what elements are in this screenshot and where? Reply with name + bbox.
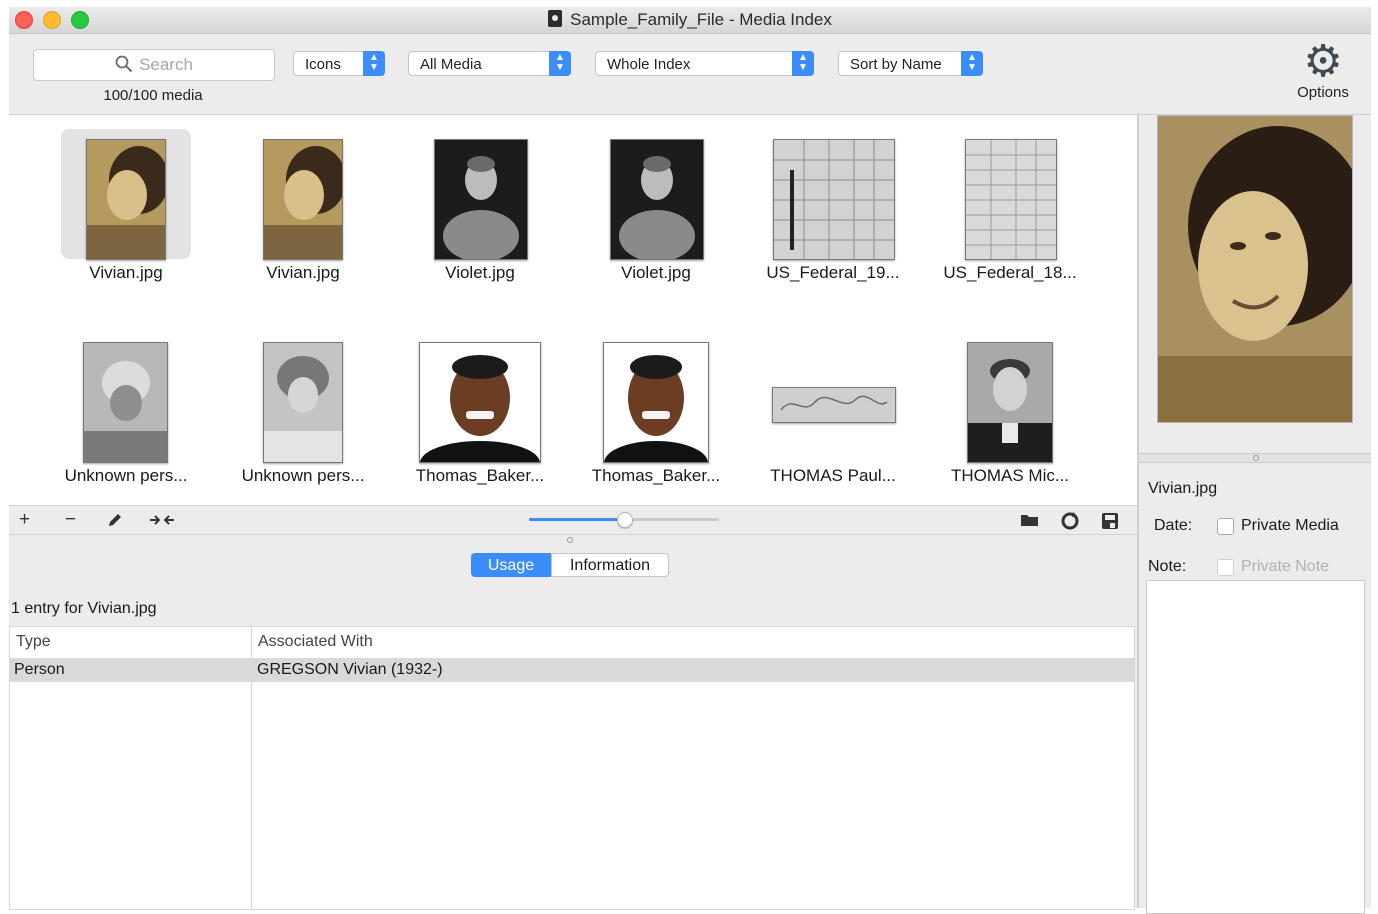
- media-item[interactable]: Violet.jpg: [571, 129, 741, 283]
- options-button[interactable]: ⚙ Options: [1291, 37, 1355, 102]
- usage-panel: 1 entry for Vivian.jpg Type Associated W…: [9, 579, 1137, 910]
- media-item[interactable]: Unknown pers...: [218, 332, 388, 486]
- horizontal-splitter[interactable]: [9, 535, 1137, 545]
- entry-count-label: 1 entry for Vivian.jpg: [11, 600, 157, 617]
- sort-value: Sort by Name: [850, 56, 942, 73]
- document-icon: [548, 10, 563, 27]
- tab-bar: Usage Information: [9, 545, 1137, 579]
- thumbnail-image: [603, 342, 709, 463]
- grid-action-bar: + −: [9, 505, 1137, 535]
- media-item-label: Unknown pers...: [64, 466, 188, 485]
- thumbnail-image: [967, 342, 1053, 463]
- media-item-label: US_Federal_18...: [943, 263, 1077, 282]
- media-item-label: Vivian.jpg: [266, 263, 340, 282]
- details-splitter[interactable]: [1139, 453, 1371, 463]
- usage-table: Type Associated With Person GREGSON Vivi…: [9, 626, 1135, 910]
- popup-stepper-icon: ▲ ▼: [549, 51, 571, 76]
- popup-stepper-icon: ▲ ▼: [792, 51, 814, 76]
- popup-stepper-icon: ▲ ▼: [363, 51, 385, 76]
- thumbnail-image: [610, 139, 704, 260]
- private-note-checkbox[interactable]: [1217, 559, 1234, 576]
- window-title-area: Sample_Family_File - Media Index: [9, 10, 1371, 30]
- thumbnail-image: [434, 139, 528, 260]
- media-item-label: Unknown pers...: [241, 466, 365, 485]
- pencil-icon[interactable]: [107, 512, 123, 528]
- preview-image: [1157, 115, 1353, 423]
- media-item-label: Vivian.jpg: [89, 263, 163, 282]
- note-text-area[interactable]: [1146, 580, 1365, 914]
- search-icon: [115, 55, 133, 73]
- media-item[interactable]: Unknown pers...: [41, 332, 211, 486]
- add-media-button[interactable]: +: [19, 509, 30, 531]
- private-media-checkbox[interactable]: [1217, 518, 1234, 535]
- media-filter-popup[interactable]: All Media ▲ ▼: [408, 51, 571, 76]
- media-grid: Vivian.jpg Vivian.jpg Violet.jpg Violet.…: [9, 115, 1137, 505]
- media-item-label: US_Federal_19...: [766, 263, 900, 282]
- thumbnail-image: [419, 342, 541, 463]
- window-title: Sample_Family_File - Media Index: [570, 10, 832, 29]
- details-filename: Vivian.jpg: [1148, 480, 1218, 497]
- toolbar: Search 100/100 media Icons ▲ ▼ All Media …: [9, 34, 1371, 115]
- tab-information[interactable]: Information: [551, 553, 669, 577]
- splitter-handle-icon: [567, 537, 573, 543]
- slider-knob[interactable]: [617, 512, 633, 528]
- media-filter-value: All Media: [420, 56, 482, 73]
- media-count-label: 100/100 media: [103, 87, 203, 104]
- scope-popup[interactable]: Whole Index ▲ ▼: [595, 51, 814, 76]
- media-item[interactable]: Violet.jpg: [395, 129, 565, 283]
- media-item-label: Violet.jpg: [445, 263, 515, 282]
- thumbnail-image: [263, 342, 343, 463]
- slider-fill: [529, 518, 624, 521]
- popup-stepper-icon: ▲ ▼: [961, 51, 983, 76]
- thumbnail-image: [965, 139, 1057, 260]
- media-item[interactable]: Thomas_Baker...: [395, 332, 565, 486]
- merge-icon[interactable]: [149, 512, 175, 528]
- view-mode-popup[interactable]: Icons ▲ ▼: [293, 51, 385, 76]
- date-label: Date:: [1154, 517, 1193, 534]
- remove-media-button[interactable]: −: [65, 509, 76, 531]
- media-index-window: Sample_Family_File - Media Index Search …: [9, 7, 1371, 914]
- search-field[interactable]: Search: [33, 49, 275, 81]
- options-label: Options: [1297, 84, 1349, 101]
- row-associated-with-cell: GREGSON Vivian (1932-): [257, 661, 443, 678]
- media-item-label: THOMAS Paul...: [770, 466, 896, 485]
- scope-value: Whole Index: [607, 56, 691, 73]
- media-item-label: Violet.jpg: [621, 263, 691, 282]
- media-item-label: Thomas_Baker...: [415, 466, 545, 485]
- media-item[interactable]: THOMAS Paul...: [748, 332, 918, 486]
- row-type-cell: Person: [14, 661, 65, 678]
- column-header-associated-with[interactable]: Associated With: [258, 627, 373, 657]
- refresh-icon[interactable]: [1060, 511, 1080, 531]
- private-media-label: Private Media: [1241, 517, 1339, 534]
- thumbnail-image: [83, 342, 168, 463]
- note-label: Note:: [1148, 558, 1187, 575]
- view-mode-value: Icons: [305, 56, 341, 73]
- media-item[interactable]: Vivian.jpg: [218, 129, 388, 283]
- private-note-label: Private Note: [1241, 558, 1330, 575]
- media-item[interactable]: US_Federal_18...: [925, 129, 1095, 283]
- media-item[interactable]: THOMAS Mic...: [925, 332, 1095, 486]
- folder-icon[interactable]: [1020, 512, 1040, 528]
- table-row[interactable]: Person GREGSON Vivian (1932-): [10, 658, 1134, 682]
- media-item-label: THOMAS Mic...: [950, 466, 1070, 485]
- thumbnail-image: [263, 139, 343, 260]
- title-bar: Sample_Family_File - Media Index: [9, 7, 1371, 34]
- splitter-handle-icon: [1253, 455, 1259, 461]
- media-item-label: Thomas_Baker...: [591, 466, 721, 485]
- thumbnail-image: [772, 387, 896, 423]
- sort-popup[interactable]: Sort by Name ▲ ▼: [838, 51, 983, 76]
- thumbnail-image: [773, 139, 895, 260]
- media-item[interactable]: US_Federal_19...: [748, 129, 918, 283]
- media-item[interactable]: Thomas_Baker...: [571, 332, 741, 486]
- thumbnail-image: [86, 139, 166, 260]
- gear-icon: ⚙: [1303, 37, 1343, 86]
- thumbnail-size-slider[interactable]: [529, 512, 719, 528]
- media-item[interactable]: Vivian.jpg: [41, 129, 211, 283]
- column-header-type[interactable]: Type: [16, 627, 51, 657]
- save-icon[interactable]: [1101, 512, 1119, 530]
- details-panel: Vivian.jpg Date: Private Media Note: Pri…: [1139, 115, 1371, 914]
- tab-usage[interactable]: Usage: [471, 553, 551, 577]
- search-placeholder: Search: [139, 55, 193, 74]
